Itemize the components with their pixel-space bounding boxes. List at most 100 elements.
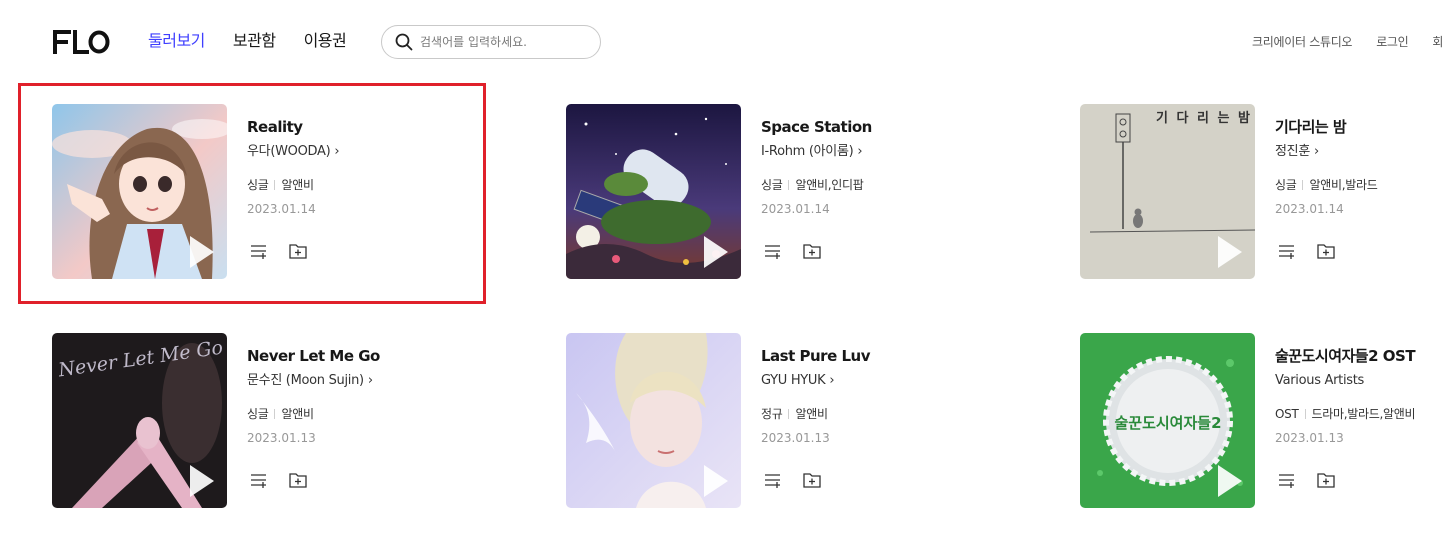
nav-browse[interactable]: 둘러보기 xyxy=(148,30,205,52)
add-to-playlist-icon[interactable] xyxy=(249,242,269,260)
album-cover[interactable]: 술꾼도시여자들2 xyxy=(1080,333,1255,508)
album-title[interactable]: Space Station xyxy=(761,118,1021,137)
header: 둘러보기 보관함 이용권 크리에이터 스튜디오 로그인 회 xyxy=(0,0,1454,84)
chevron-right-icon: › xyxy=(1313,144,1319,159)
album-cover[interactable] xyxy=(566,104,741,279)
album-artist-link[interactable]: 문수진 (Moon Sujin) › xyxy=(247,372,507,390)
nav-subscription[interactable]: 이용권 xyxy=(304,30,347,52)
album-card: 술꾼도시여자들2 술꾼도시여자들2 OST Various Artists OS… xyxy=(1080,333,1454,509)
album-meta: 정규 알앤비 xyxy=(761,406,1021,422)
play-icon[interactable] xyxy=(190,236,214,268)
nav-library[interactable]: 보관함 xyxy=(233,30,276,52)
album-actions xyxy=(1277,471,1336,489)
cover-text: 술꾼도시여자들2 xyxy=(1114,414,1221,432)
album-actions xyxy=(763,471,822,489)
login-link[interactable]: 로그인 xyxy=(1376,33,1409,50)
divider xyxy=(274,409,276,419)
play-icon[interactable] xyxy=(704,236,728,268)
album-artist-link[interactable]: 우다(WOODA) › xyxy=(247,143,507,161)
album-actions xyxy=(763,242,822,260)
album-artist: 문수진 (Moon Sujin) xyxy=(247,373,364,388)
add-to-folder-icon[interactable] xyxy=(1316,471,1336,489)
album-genre: 알앤비 xyxy=(281,178,314,192)
chevron-right-icon: › xyxy=(857,144,863,159)
release-date: 2023.01.14 xyxy=(1275,202,1344,216)
album-actions xyxy=(249,242,308,260)
album-info: Last Pure Luv GYU HYUK › 정규 알앤비 2023.01.13 xyxy=(761,347,1021,446)
album-type: 싱글 xyxy=(247,178,269,192)
add-to-playlist-icon[interactable] xyxy=(249,471,269,489)
album-genre: 알앤비,발라드 xyxy=(1309,178,1378,192)
add-to-playlist-icon[interactable] xyxy=(763,471,783,489)
album-title[interactable]: 기다리는 밤 xyxy=(1275,118,1454,137)
add-to-folder-icon[interactable] xyxy=(802,471,822,489)
album-type: OST xyxy=(1275,407,1299,421)
album-artist: GYU HYUK xyxy=(761,373,826,388)
album-card: Never Let Me Go Never Let Me Go 문수진 (Moo… xyxy=(52,333,512,509)
album-info: Never Let Me Go 문수진 (Moon Sujin) › 싱글 알앤비 … xyxy=(247,347,507,446)
album-artist: I-Rohm (아이롬) xyxy=(761,144,854,159)
album-artist: 정진훈 xyxy=(1275,144,1310,159)
album-actions xyxy=(249,471,308,489)
divider xyxy=(1304,409,1306,419)
album-card: Space Station I-Rohm (아이롬) › 싱글 알앤비,인디팝 20… xyxy=(566,104,1026,280)
album-genre: 알앤비 xyxy=(281,407,314,421)
album-actions xyxy=(1277,242,1336,260)
release-date: 2023.01.13 xyxy=(1275,431,1344,445)
release-date: 2023.01.13 xyxy=(761,431,830,445)
release-date: 2023.01.14 xyxy=(247,202,316,216)
signup-link[interactable]: 회 xyxy=(1432,33,1443,50)
album-title[interactable]: Never Let Me Go xyxy=(247,347,507,366)
album-type: 싱글 xyxy=(1275,178,1297,192)
add-to-playlist-icon[interactable] xyxy=(1277,471,1297,489)
add-to-folder-icon[interactable] xyxy=(288,242,308,260)
album-card: Reality 우다(WOODA) › 싱글 알앤비 2023.01.14 xyxy=(52,104,512,280)
play-icon[interactable] xyxy=(190,465,214,497)
play-icon[interactable] xyxy=(1218,236,1242,268)
album-info: 술꾼도시여자들2 OST Various Artists OST 드라마,발라드,… xyxy=(1275,347,1454,446)
album-type: 싱글 xyxy=(761,178,783,192)
flo-logo[interactable] xyxy=(52,28,110,56)
add-to-folder-icon[interactable] xyxy=(288,471,308,489)
album-cover[interactable]: Never Let Me Go xyxy=(52,333,227,508)
album-cover[interactable] xyxy=(566,333,741,508)
album-meta: 싱글 알앤비 xyxy=(247,406,507,422)
album-artist[interactable]: Various Artists xyxy=(1275,372,1454,390)
divider xyxy=(274,180,276,190)
album-card: Last Pure Luv GYU HYUK › 정규 알앤비 2023.01.13 xyxy=(566,333,1026,509)
album-title[interactable]: Reality xyxy=(247,118,507,137)
album-info: Space Station I-Rohm (아이롬) › 싱글 알앤비,인디팝 20… xyxy=(761,118,1021,217)
album-artist-link[interactable]: 정진훈 › xyxy=(1275,143,1454,161)
album-artist-link[interactable]: GYU HYUK › xyxy=(761,372,1021,390)
album-genre: 알앤비,인디팝 xyxy=(795,178,864,192)
album-card: 기 다 리 는 밤 기다리는 밤 정진훈 › 싱글 알앤비,발라드 2023.01.… xyxy=(1080,104,1454,280)
album-meta: 싱글 알앤비 xyxy=(247,177,507,193)
album-type: 정규 xyxy=(761,407,783,421)
play-icon[interactable] xyxy=(704,465,728,497)
album-genre: 드라마,발라드,알앤비 xyxy=(1311,407,1416,421)
album-meta: 싱글 알앤비,인디팝 xyxy=(761,177,1021,193)
album-cover[interactable] xyxy=(52,104,227,279)
album-type: 싱글 xyxy=(247,407,269,421)
search-icon[interactable] xyxy=(395,33,413,51)
divider xyxy=(788,409,790,419)
album-genre: 알앤비 xyxy=(795,407,828,421)
add-to-folder-icon[interactable] xyxy=(802,242,822,260)
release-date: 2023.01.14 xyxy=(761,202,830,216)
search-box[interactable] xyxy=(381,25,601,59)
album-title[interactable]: 술꾼도시여자들2 OST xyxy=(1275,347,1454,366)
release-date: 2023.01.13 xyxy=(247,431,316,445)
album-info: Reality 우다(WOODA) › 싱글 알앤비 2023.01.14 xyxy=(247,118,507,217)
search-input[interactable] xyxy=(420,35,590,49)
play-icon[interactable] xyxy=(1218,465,1242,497)
add-to-folder-icon[interactable] xyxy=(1316,242,1336,260)
main-nav: 둘러보기 보관함 이용권 xyxy=(148,30,374,52)
add-to-playlist-icon[interactable] xyxy=(1277,242,1297,260)
album-meta: 싱글 알앤비,발라드 xyxy=(1275,177,1454,193)
album-title[interactable]: Last Pure Luv xyxy=(761,347,1021,366)
album-artist-link[interactable]: I-Rohm (아이롬) › xyxy=(761,143,1021,161)
add-to-playlist-icon[interactable] xyxy=(763,242,783,260)
album-cover[interactable]: 기 다 리 는 밤 xyxy=(1080,104,1255,279)
divider xyxy=(788,180,790,190)
creator-studio-link[interactable]: 크리에이터 스튜디오 xyxy=(1252,33,1352,50)
